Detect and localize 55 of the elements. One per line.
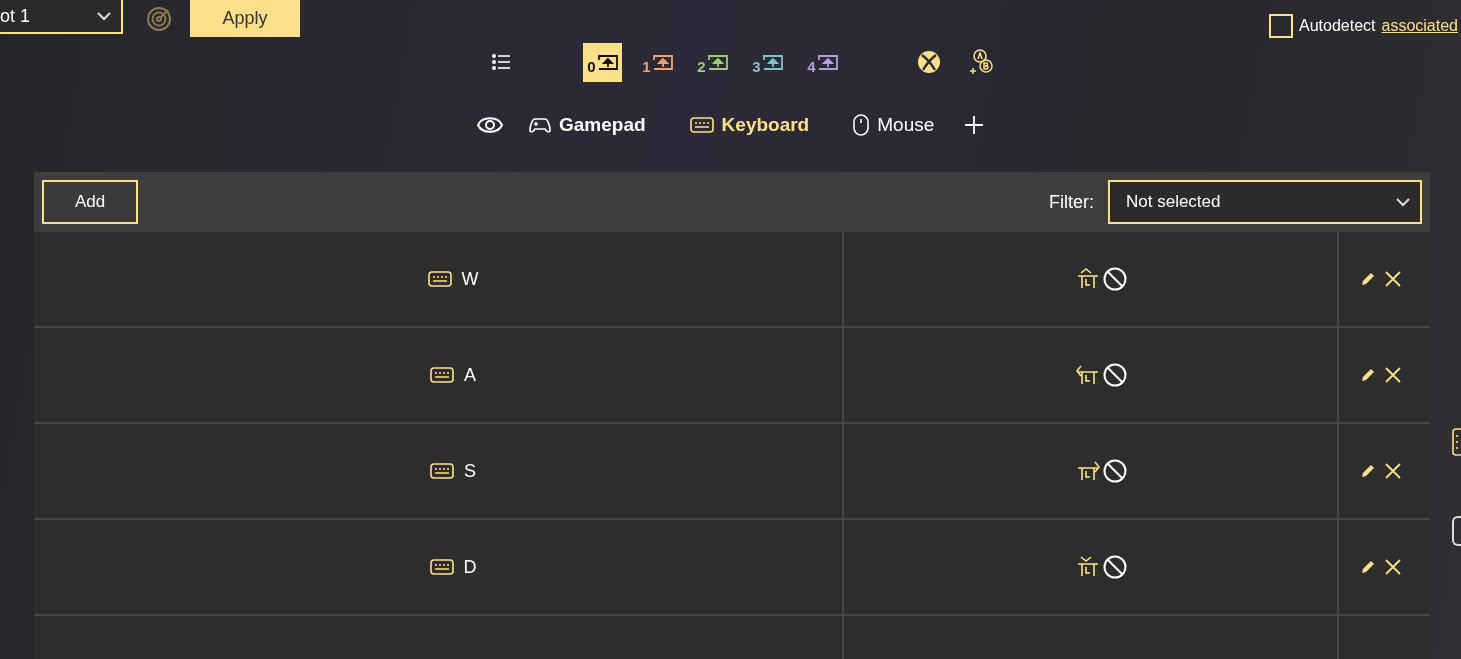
close-icon[interactable] — [1385, 271, 1401, 287]
keyboard-icon — [430, 463, 454, 479]
slot-tab[interactable]: 3 — [748, 42, 787, 82]
prohibited-icon — [1102, 363, 1127, 387]
edit-icon[interactable] — [1361, 272, 1375, 286]
screen-upload-icon — [650, 54, 673, 71]
close-icon[interactable] — [1385, 463, 1401, 479]
slot-tab[interactable]: 2 — [693, 42, 732, 82]
keyboard-icon — [430, 367, 454, 383]
slot-tab[interactable]: 1 — [638, 42, 677, 82]
gamepad-icon — [529, 117, 551, 133]
button-combo-icon[interactable] — [969, 48, 995, 76]
filter-label: Filter: — [1049, 191, 1094, 213]
side-button[interactable] — [1452, 516, 1461, 546]
key-label: S — [464, 460, 476, 482]
chevron-down-icon — [97, 11, 111, 21]
chevron-down-icon — [1396, 197, 1410, 207]
stick-direction-icon — [1074, 363, 1101, 387]
apply-button[interactable]: Apply — [190, 0, 300, 37]
eye-icon[interactable] — [477, 116, 503, 134]
associated-link[interactable]: associated — [1381, 16, 1458, 35]
screen-upload-icon — [760, 54, 783, 71]
prohibited-icon — [1102, 555, 1127, 579]
close-icon[interactable] — [1385, 559, 1401, 575]
device-tab[interactable]: Keyboard — [689, 114, 810, 136]
profile-dropdown[interactable]: ot 1 — [0, 0, 123, 34]
key-label: A — [464, 364, 476, 386]
device-tab[interactable]: Mouse — [853, 114, 935, 136]
edit-icon[interactable] — [1361, 560, 1375, 574]
keyboard-icon — [427, 271, 452, 287]
mouse-icon — [853, 114, 870, 136]
screen-upload-icon — [705, 54, 728, 71]
prohibited-icon — [1102, 459, 1127, 483]
screen-upload-icon — [595, 54, 618, 71]
edit-icon[interactable] — [1361, 368, 1375, 382]
plus-icon[interactable] — [964, 115, 985, 135]
add-button[interactable]: Add — [42, 180, 138, 224]
xbox-controller-icon[interactable] — [917, 50, 941, 74]
filter-dropdown[interactable]: Not selected — [1108, 180, 1422, 224]
list-icon[interactable] — [492, 54, 510, 70]
key-label: D — [463, 556, 477, 578]
keyboard-icon — [689, 117, 714, 133]
autodetect-checkbox[interactable] — [1269, 13, 1293, 38]
autodetect-label: Autodetect — [1299, 16, 1376, 35]
prohibited-icon — [1102, 267, 1127, 291]
keyboard-icon[interactable] — [1452, 428, 1461, 456]
keyboard-icon — [429, 559, 454, 575]
edit-icon[interactable] — [1361, 464, 1375, 478]
device-tab[interactable]: Gamepad — [529, 114, 646, 136]
key-label: W — [461, 268, 479, 290]
slot-tab[interactable]: 0 — [583, 42, 622, 82]
close-icon[interactable] — [1385, 367, 1401, 383]
slot-tab[interactable]: 4 — [803, 42, 842, 82]
screen-upload-icon — [815, 54, 838, 71]
target-icon[interactable] — [146, 5, 172, 32]
